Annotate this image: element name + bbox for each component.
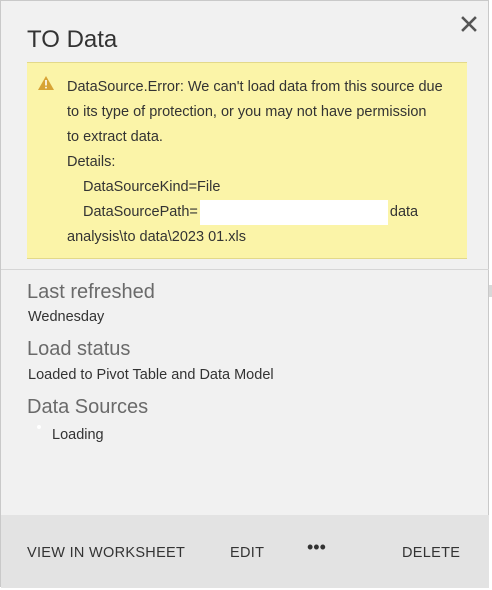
- loading-spinner-icon: [37, 425, 41, 429]
- error-path-end: analysis\to data\2023 01.xls: [67, 229, 246, 245]
- load-status-value: Loaded to Pivot Table and Data Model: [28, 367, 274, 383]
- error-path-tail: data: [389, 204, 419, 220]
- edit-button[interactable]: EDIT: [230, 545, 264, 561]
- action-bar: VIEW IN WORKSHEET EDIT ••• DELETE: [1, 515, 490, 588]
- last-refreshed-title: Last refreshed: [27, 281, 155, 303]
- last-refreshed-value: Wednesday: [28, 309, 105, 325]
- error-line: to its type of protection, or you may no…: [67, 104, 427, 120]
- delete-button[interactable]: DELETE: [402, 545, 460, 561]
- load-status-title: Load status: [27, 338, 131, 360]
- error-path: DataSourcePath= data: [67, 200, 457, 225]
- error-details-label: Details:: [67, 154, 116, 170]
- error-line: to extract data.: [67, 129, 163, 145]
- more-options-button[interactable]: •••: [307, 537, 326, 558]
- divider: [1, 269, 490, 270]
- error-banner: DataSource.Error: We can't load data fro…: [27, 62, 467, 259]
- error-line: DataSource.Error: We can't load data fro…: [67, 79, 443, 95]
- data-sources-title: Data Sources: [27, 396, 149, 418]
- error-kind: DataSourceKind=File: [83, 179, 221, 195]
- warning-icon: [37, 75, 55, 91]
- redacted-path: [199, 200, 388, 225]
- query-details-card: TO Data DataSource.Error: We can't load …: [0, 0, 490, 588]
- error-message: DataSource.Error: We can't load data fro…: [67, 75, 457, 250]
- close-icon[interactable]: [458, 13, 480, 35]
- view-in-worksheet-button[interactable]: VIEW IN WORKSHEET: [27, 545, 185, 561]
- data-sources-value: Loading: [52, 427, 104, 443]
- error-path-label: DataSourcePath=: [83, 204, 198, 220]
- query-title: TO Data: [27, 26, 118, 53]
